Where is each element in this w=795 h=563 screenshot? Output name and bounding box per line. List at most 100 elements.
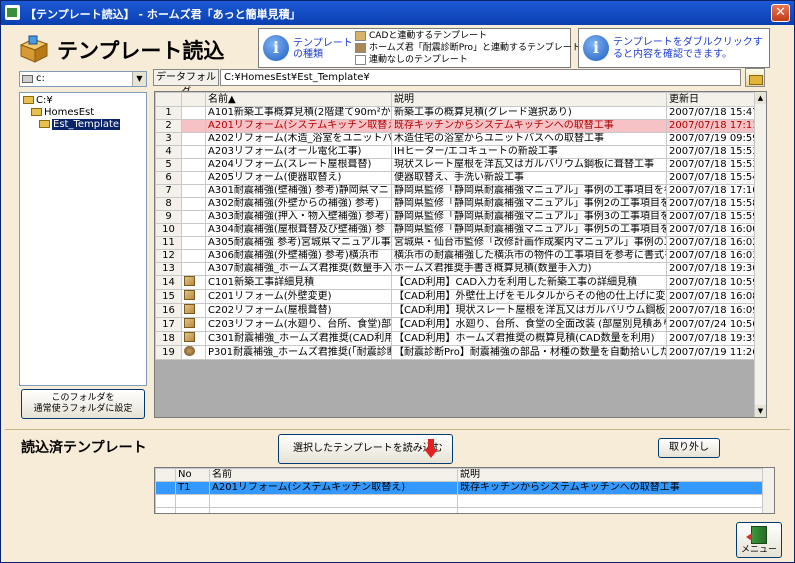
empty-cell <box>209 494 458 508</box>
divider <box>5 429 790 430</box>
table-row[interactable]: 8 A302耐震補強(外壁からの補強) 参考) 静岡県監修「静岡県耐震補強マニュアル… <box>155 197 757 211</box>
row-date: 2007/07/18 19:35 <box>666 331 757 346</box>
table-row[interactable]: 9 A303耐震補強(押入・物入壁補強) 参考) 静岡県監修「静岡県耐震補強マニュア… <box>155 210 757 224</box>
row-number: 6 <box>155 171 182 185</box>
drive-select[interactable]: c: ▼ <box>19 71 147 87</box>
row-number: 4 <box>155 145 182 159</box>
row-type-cell <box>181 145 206 159</box>
table-row[interactable]: 13 A307耐震補強_ホームズ君推奨(数量手入力 ホームズ君推奨手書き概算見積(数… <box>155 262 757 276</box>
tree-node[interactable]: C:¥ <box>23 95 53 107</box>
row-date: 2007/07/18 15:58 <box>666 197 757 211</box>
loaded-header-row: No 名前 説明 <box>155 468 763 482</box>
empty-cell <box>155 507 176 513</box>
template-table[interactable]: 名前▲ 説明 更新日 1 A101新築工事概算見積(2階建て90m²から1 新築工事… <box>154 91 767 418</box>
row-name: A306耐震補強(外壁補強) 参考)横浜市 <box>205 249 392 263</box>
loaded-empty-row <box>155 507 763 513</box>
table-scrollbar[interactable]: ▲ ▼ <box>754 92 766 417</box>
row-name: A301耐震補強(壁補強) 参考)静岡県マニ <box>205 184 392 198</box>
browse-folder-button[interactable] <box>745 68 765 87</box>
row-name: A101新築工事概算見積(2階建て90m²から1 <box>205 106 392 120</box>
table-row[interactable]: 19 P301耐震補強_ホームズ君推奨(「耐震診断 【耐震診断Pro】耐震補強の部品… <box>155 345 757 360</box>
loaded-row[interactable]: T1 A201リフォーム(システムキッチン取替え) 既存キッチンからシステムキッチン… <box>155 481 763 495</box>
row-type-cell <box>181 345 206 360</box>
legend-item: 連動なしのテンプレート <box>355 54 581 66</box>
row-number: 7 <box>155 184 182 198</box>
empty-cell <box>175 494 210 508</box>
table-row[interactable]: 15 C201リフォーム(外壁変更) 【CAD利用】外壁仕上げをモルタルからその他の… <box>155 289 757 304</box>
table-row[interactable]: 16 C202リフォーム(屋根葺替) 【CAD利用】現状スレート屋根を洋瓦又はガルバ… <box>155 303 757 318</box>
load-button-label: 選択したテンプレートを読み込む <box>293 443 443 454</box>
row-number: 15 <box>155 289 182 304</box>
row-name: P301耐震補強_ホームズ君推奨(「耐震診断 <box>205 345 392 360</box>
template-box-icon <box>19 35 49 63</box>
empty-cell <box>457 494 763 508</box>
row-desc: 静岡県監修「静岡県耐震補強マニュアル」事例3の工事項目を参 <box>391 210 667 224</box>
table-row[interactable]: 3 A202リフォーム(木造_浴室をユニットバスに木造住宅の浴室からユニットバスへ… <box>155 132 757 146</box>
row-type-cell <box>181 106 206 120</box>
tree-node[interactable]: Est_Template <box>39 119 121 131</box>
row-desc: 【CAD利用】現状スレート屋根を洋瓦又はガルバリウム鋼板に葺 <box>391 303 667 318</box>
table-header-row: 名前▲ 説明 更新日 <box>155 92 757 107</box>
table-row[interactable]: 6 A205リフォーム(便器取替え) 便器取替え、手洗い新設工事 2007/07/18… <box>155 171 757 185</box>
table-row[interactable]: 17 C203リフォーム(水廻り、台所、食堂)部屋 【CAD利用】水廻り、台所、食堂… <box>155 317 757 332</box>
double-click-hint: i テンプレートをダブルクリックすると内容を確認できます。 <box>578 28 770 68</box>
row-number: 13 <box>155 262 182 276</box>
scroll-up-icon[interactable]: ▲ <box>755 92 766 104</box>
table-row[interactable]: 7 A301耐震補強(壁補強) 参考)静岡県マニ 静岡県監修「静岡県耐震補強マニュア… <box>155 184 757 198</box>
header-date[interactable]: 更新日 <box>666 92 757 107</box>
empty-cell <box>175 507 210 513</box>
scroll-down-icon[interactable]: ▼ <box>755 405 766 417</box>
table-row[interactable]: 12 A306耐震補強(外壁補強) 参考)横浜市 横浜市の耐震補強した横浜市の物件の… <box>155 249 757 263</box>
row-name: C202リフォーム(屋根葺替) <box>205 303 392 318</box>
row-number: 5 <box>155 158 182 172</box>
row-date: 2007/07/19 11:26 <box>666 345 757 360</box>
row-desc: 【耐震診断Pro】耐震補強の部品・材種の数量を自動拾いした見 <box>391 345 667 360</box>
row-number: 2 <box>155 119 182 133</box>
page-title: テンプレート読込 <box>57 39 225 63</box>
row-desc: 【CAD利用】ホームズ君推奨の概算見積(CAD数量を利用) <box>391 331 667 346</box>
legend-text: 連動なしのテンプレート <box>369 55 468 65</box>
table-row[interactable]: 10 A304耐震補強(屋根葺替及び壁補強) 参静岡県監修「静岡県耐震補強マニュア… <box>155 223 757 237</box>
row-type-cell <box>181 158 206 172</box>
header-icon <box>181 92 206 107</box>
menu-button[interactable]: メニュー <box>736 522 782 558</box>
row-date: 2007/07/19 09:59 <box>666 132 757 146</box>
row-name: A305耐震補強 参考)宮城県マニュアル事 <box>205 236 392 250</box>
data-folder-label: データフォルダ <box>153 69 219 98</box>
row-date: 2007/07/18 17:11 <box>666 119 757 133</box>
row-number: 11 <box>155 236 182 250</box>
row-number: 16 <box>155 303 182 318</box>
table-row[interactable]: 1 A101新築工事概算見積(2階建て90m²から1 新築工事の概算見積(グレード選… <box>155 106 757 120</box>
remove-button[interactable]: 取り外し <box>658 438 720 458</box>
header-desc[interactable]: 説明 <box>391 92 667 107</box>
table-row[interactable]: 2 A201リフォーム(システムキッチン取替え) 既存キッチンからシステムキッチンへ… <box>155 119 757 133</box>
set-default-folder-button[interactable]: このフォルダを 通常使うフォルダに設定 <box>21 389 145 419</box>
row-desc: 新築工事の概算見積(グレード選択あり) <box>391 106 667 120</box>
row-desc: 既存キッチンからシステムキッチンへの取替工事 <box>391 119 667 133</box>
close-button[interactable]: ✕ <box>771 4 790 22</box>
table-row[interactable]: 4 A203リフォーム(オール電化工事) IHヒーター/エコキュートの新設工事 200… <box>155 145 757 159</box>
row-name: A203リフォーム(オール電化工事) <box>205 145 392 159</box>
tree-node[interactable]: HomesEst <box>31 107 94 119</box>
table-row[interactable]: 18 C301耐震補強_ホームズ君推奨(CAD利用) 【CAD利用】ホームズ君推奨の… <box>155 331 757 346</box>
loaded-table-scrollbar[interactable] <box>762 468 774 513</box>
row-desc: 静岡県監修「静岡県耐震補強マニュアル」事例2の工事項目を参 <box>391 197 667 211</box>
row-desc: 木造住宅の浴室からユニットバスへの取替工事 <box>391 132 667 146</box>
window: 【テンプレート読込】 - ホームズ君「あっと簡単見積」 ✕ テンプレート読込 i… <box>0 0 795 563</box>
table-row[interactable]: 11 A305耐震補強 参考)宮城県マニュアル事 宮城県・仙台市監修「改修計画作成案… <box>155 236 757 250</box>
row-number: 8 <box>155 197 182 211</box>
row-number: 9 <box>155 210 182 224</box>
chevron-down-icon[interactable]: ▼ <box>132 72 146 86</box>
row-date: 2007/07/18 10:59 <box>666 275 757 290</box>
table-row[interactable]: 14 C101新築工事詳細見積 【CAD利用】CAD入力を利用した新築工事の詳細見積… <box>155 275 757 290</box>
data-folder-path[interactable]: C:¥HomesEst¥Est_Template¥ <box>220 69 741 86</box>
load-template-button[interactable]: 選択したテンプレートを読み込む <box>278 434 453 464</box>
loaded-header-desc: 説明 <box>457 468 763 482</box>
header-name[interactable]: 名前▲ <box>205 92 392 107</box>
table-row[interactable]: 5 A204リフォーム(スレート屋根葺替) 現状スレート屋根を洋瓦又はガルバリウム鋼… <box>155 158 757 172</box>
template-type-legend: CADと連動するテンプレート ホームズ君「耐震診断Pro」と連動するテンプレート連… <box>355 30 581 66</box>
cad-icon <box>184 290 195 300</box>
title-bar: 【テンプレート読込】 - ホームズ君「あっと簡単見積」 ✕ <box>1 1 794 25</box>
folder-tree[interactable]: C:¥ HomesEst Est_Template <box>19 92 147 386</box>
loaded-template-table[interactable]: No 名前 説明 T1 A201リフォーム(システムキッチン取替え) 既存キッチンか… <box>154 467 775 514</box>
